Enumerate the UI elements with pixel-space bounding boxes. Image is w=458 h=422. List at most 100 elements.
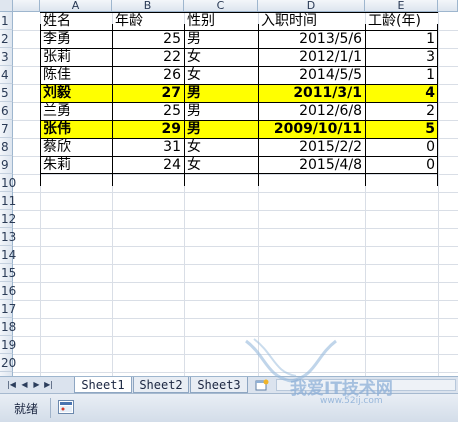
cell-a7[interactable]: 张伟 (40, 120, 112, 138)
gridline-horizontal (13, 282, 458, 283)
table-border-horizontal (40, 12, 438, 13)
cell-d2[interactable]: 2013/5/6 (258, 30, 365, 48)
column-header-c[interactable]: C (184, 0, 258, 12)
table-border-horizontal (40, 30, 438, 31)
row-header-7[interactable]: 7 (0, 120, 13, 138)
next-sheet-icon[interactable]: ▶ (31, 379, 42, 391)
cell-e3[interactable]: 3 (365, 48, 438, 66)
gridline-horizontal (13, 264, 458, 265)
gridline-horizontal (13, 336, 458, 337)
cell-b6[interactable]: 25 (112, 102, 184, 120)
cell-c2[interactable]: 男 (184, 30, 258, 48)
cell-a2[interactable]: 李勇 (40, 30, 112, 48)
table-border-horizontal (40, 84, 438, 85)
select-all-corner[interactable] (0, 0, 13, 12)
cell-b9[interactable]: 24 (112, 156, 184, 174)
tab-sheet3[interactable]: Sheet3 (190, 377, 248, 393)
row-header-14[interactable]: 14 (0, 246, 16, 264)
column-header-f[interactable] (438, 0, 458, 12)
gridline-horizontal (13, 210, 458, 211)
cell-d6[interactable]: 2012/6/8 (258, 102, 365, 120)
cell-e6[interactable]: 2 (365, 102, 438, 120)
cell-e8[interactable]: 0 (365, 138, 438, 156)
status-divider (50, 398, 51, 418)
row-header-17[interactable]: 17 (0, 300, 16, 318)
cell-d8[interactable]: 2015/2/2 (258, 138, 365, 156)
cell-c7[interactable]: 男 (184, 120, 258, 138)
insert-sheet-icon[interactable] (254, 379, 270, 391)
row-header-3[interactable]: 3 (0, 48, 13, 66)
row-header-20[interactable]: 20 (0, 354, 16, 372)
gridline-horizontal (13, 192, 458, 193)
cell-c4[interactable]: 女 (184, 66, 258, 84)
tab-sheet2[interactable]: Sheet2 (133, 377, 189, 393)
row-header-10[interactable]: 10 (0, 174, 16, 192)
cell-b8[interactable]: 31 (112, 138, 184, 156)
row-header-4[interactable]: 4 (0, 66, 13, 84)
table-border-horizontal (40, 120, 438, 121)
gridline-horizontal (13, 228, 458, 229)
cell-a5[interactable]: 刘毅 (40, 84, 112, 102)
column-header-d[interactable]: D (258, 0, 365, 12)
cell-b2[interactable]: 25 (112, 30, 184, 48)
cell-c5[interactable]: 男 (184, 84, 258, 102)
cell-b5[interactable]: 27 (112, 84, 184, 102)
row-header-18[interactable]: 18 (0, 318, 16, 336)
row-header-8[interactable]: 8 (0, 138, 13, 156)
cell-e1[interactable]: 工龄(年) (365, 12, 438, 30)
cell-a8[interactable]: 蔡欣 (40, 138, 112, 156)
cell-c6[interactable]: 男 (184, 102, 258, 120)
row-header-5[interactable]: 5 (0, 84, 13, 102)
cell-a9[interactable]: 朱莉 (40, 156, 112, 174)
row-header-1[interactable]: 1 (0, 12, 13, 30)
macro-record-icon[interactable] (58, 400, 74, 414)
cell-a4[interactable]: 陈佳 (40, 66, 112, 84)
cell-b1[interactable]: 年龄 (112, 12, 184, 30)
row-header-19[interactable]: 19 (0, 336, 16, 354)
cell-d9[interactable]: 2015/4/8 (258, 156, 365, 174)
cell-a6[interactable]: 兰勇 (40, 102, 112, 120)
cell-d3[interactable]: 2012/1/1 (258, 48, 365, 66)
row-header-16[interactable]: 16 (0, 282, 16, 300)
cell-e7[interactable]: 5 (365, 120, 438, 138)
column-header-blank (13, 0, 40, 12)
cell-c3[interactable]: 女 (184, 48, 258, 66)
gridline-horizontal (13, 300, 458, 301)
cell-d7[interactable]: 2009/10/11 (258, 120, 365, 138)
cell-d1[interactable]: 入职时间 (258, 12, 365, 30)
row-header-12[interactable]: 12 (0, 210, 16, 228)
cell-b7[interactable]: 29 (112, 120, 184, 138)
first-sheet-icon[interactable]: |◀ (6, 379, 17, 391)
cell-e9[interactable]: 0 (365, 156, 438, 174)
column-header-b[interactable]: B (112, 0, 184, 12)
row-header-2[interactable]: 2 (0, 30, 13, 48)
table-border-horizontal (40, 102, 438, 103)
cell-d4[interactable]: 2014/5/5 (258, 66, 365, 84)
row-header-6[interactable]: 6 (0, 102, 13, 120)
cell-c8[interactable]: 女 (184, 138, 258, 156)
row-header-13[interactable]: 13 (0, 228, 16, 246)
spreadsheet-grid[interactable]: ABCDE 123456789101112131415161718192021 … (0, 0, 458, 376)
row-header-11[interactable]: 11 (0, 192, 16, 210)
cell-c1[interactable]: 性别 (184, 12, 258, 30)
cell-b4[interactable]: 26 (112, 66, 184, 84)
cell-d5[interactable]: 2011/3/1 (258, 84, 365, 102)
row-header-15[interactable]: 15 (0, 264, 16, 282)
cell-c9[interactable]: 女 (184, 156, 258, 174)
gridline-horizontal (13, 372, 458, 373)
prev-sheet-icon[interactable]: ◀ (19, 379, 30, 391)
cell-e2[interactable]: 1 (365, 30, 438, 48)
column-header-e[interactable]: E (365, 0, 438, 12)
watermark-url: www.52ij.com (320, 396, 383, 406)
cell-a1[interactable]: 姓名 (40, 12, 112, 30)
cell-e5[interactable]: 4 (365, 84, 438, 102)
cell-a3[interactable]: 张莉 (40, 48, 112, 66)
tab-sheet1[interactable]: Sheet1 (74, 377, 132, 393)
last-sheet-icon[interactable]: ▶| (43, 379, 54, 391)
cell-b3[interactable]: 22 (112, 48, 184, 66)
table-border-horizontal (40, 66, 438, 67)
table-border-horizontal (40, 138, 438, 139)
row-header-9[interactable]: 9 (0, 156, 13, 174)
cell-e4[interactable]: 1 (365, 66, 438, 84)
column-header-a[interactable]: A (40, 0, 112, 12)
